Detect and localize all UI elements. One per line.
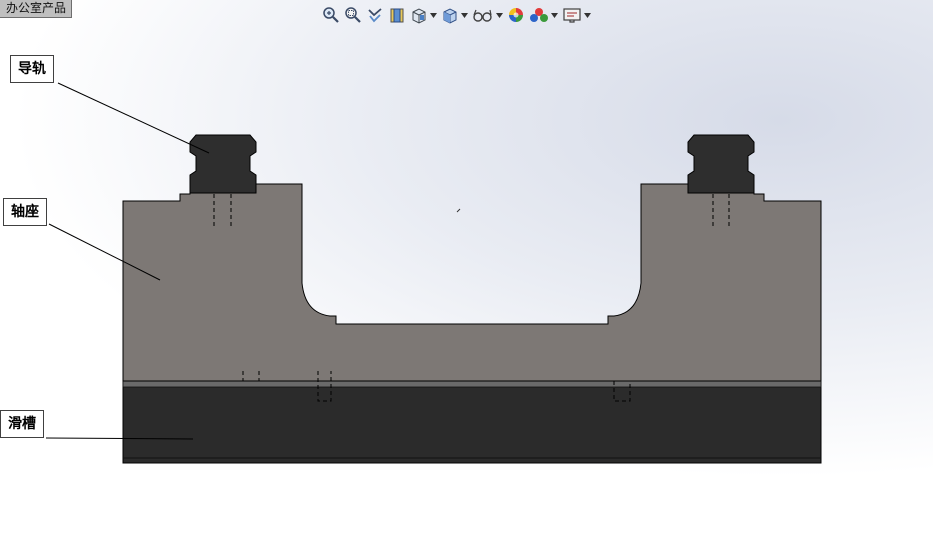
right-rail-part[interactable] (687, 134, 755, 194)
model-viewport[interactable] (0, 0, 933, 560)
slide-groove-callout[interactable]: 滑槽 (0, 410, 44, 438)
slide-groove-part[interactable] (122, 380, 822, 464)
bearing-seat-callout[interactable]: 轴座 (3, 198, 47, 226)
origin-mark (456, 208, 461, 213)
left-rail-part[interactable] (189, 134, 257, 194)
bearing-seat-part[interactable] (122, 183, 822, 382)
rail-callout[interactable]: 导轨 (10, 55, 54, 83)
